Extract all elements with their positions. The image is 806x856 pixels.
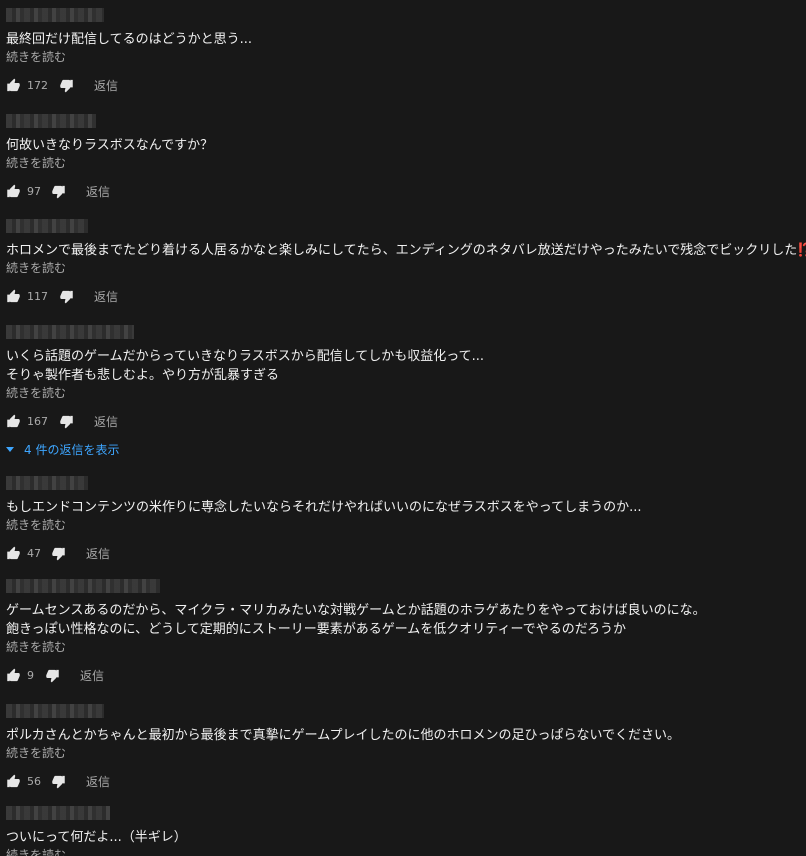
- comment-actions: 47 返信: [6, 543, 642, 563]
- thumbs-down-icon[interactable]: [51, 546, 66, 561]
- thumbs-up-icon[interactable]: [6, 184, 21, 199]
- comment: ポルカさんとかちゃんと最初から最後まで真摯にゲームプレイしたのに他のホロメンの足…: [6, 704, 680, 791]
- comment-actions: 172 返信: [6, 75, 252, 95]
- comment-text: 何故いきなりラスボスなんですか？: [6, 138, 214, 153]
- thumbs-down-icon[interactable]: [59, 289, 74, 304]
- reply-button[interactable]: 返信: [80, 667, 104, 684]
- read-more-link[interactable]: 続きを読む: [6, 517, 642, 533]
- thumbs-down-icon[interactable]: [59, 78, 74, 93]
- comment: ゲームセンスあるのだから、マイクラ・マリカみたいな対戦ゲームとか話題のホラゲあた…: [6, 579, 706, 685]
- comment: いくら話題のゲームだからっていきなりラスボスから配信してしかも収益化って... …: [6, 325, 484, 458]
- comment-actions: 117 返信: [6, 286, 806, 306]
- like-count: 97: [27, 184, 41, 198]
- thumbs-up-icon[interactable]: [6, 289, 21, 304]
- read-more-link[interactable]: 続きを読む: [6, 49, 252, 65]
- comment: もしエンドコンテンツの米作りに専念したいならそれだけやればいいのになぜラスボスを…: [6, 476, 642, 563]
- comment-actions: 56 返信: [6, 771, 680, 791]
- author-name-redacted[interactable]: [6, 476, 88, 490]
- like-count: 9: [27, 668, 34, 682]
- like-count: 117: [27, 289, 48, 303]
- reply-button[interactable]: 返信: [86, 773, 110, 790]
- read-more-link[interactable]: 続きを読む: [6, 385, 484, 401]
- chevron-down-icon: [6, 447, 14, 452]
- author-name-redacted[interactable]: [6, 579, 160, 593]
- author-name-redacted[interactable]: [6, 704, 104, 718]
- reply-button[interactable]: 返信: [94, 288, 118, 305]
- comment: 何故いきなりラスボスなんですか？ 続きを読む 97 返信: [6, 114, 213, 201]
- comment-text: ゲームセンスあるのだから、マイクラ・マリカみたいな対戦ゲームとか話題のホラゲあた…: [6, 603, 706, 618]
- comment: ホロメンで最後までたどり着ける人居るかなと楽しみにしてたら、エンディングのネタバ…: [6, 219, 806, 306]
- thumbs-down-icon[interactable]: [51, 184, 66, 199]
- author-name-redacted[interactable]: [6, 325, 134, 339]
- reply-button[interactable]: 返信: [86, 183, 110, 200]
- like-count: 47: [27, 546, 41, 560]
- thumbs-up-icon[interactable]: [6, 414, 21, 429]
- thumbs-down-icon[interactable]: [45, 668, 60, 683]
- comment: ついにって何だよ...（半ギレ） 続きを読む: [6, 806, 187, 856]
- read-more-link[interactable]: 続きを読む: [6, 847, 187, 856]
- comment-text: そりゃ製作者も悲しむよ。やり方が乱暴すぎる: [6, 368, 280, 383]
- read-more-link[interactable]: 続きを読む: [6, 260, 806, 276]
- comment-actions: 9 返信: [6, 665, 706, 685]
- reply-button[interactable]: 返信: [94, 413, 118, 430]
- comment-text: もしエンドコンテンツの米作りに専念したいならそれだけやればいいのになぜラスボスを…: [6, 500, 642, 515]
- read-more-link[interactable]: 続きを読む: [6, 745, 680, 761]
- thumbs-up-icon[interactable]: [6, 668, 21, 683]
- thumbs-up-icon[interactable]: [6, 774, 21, 789]
- author-name-redacted[interactable]: [6, 806, 110, 820]
- read-more-link[interactable]: 続きを読む: [6, 639, 706, 655]
- thumbs-down-icon[interactable]: [59, 414, 74, 429]
- reply-button[interactable]: 返信: [94, 77, 118, 94]
- comment-actions: 97 返信: [6, 181, 213, 201]
- exclamation-question-emoji: ⁉️: [797, 243, 806, 258]
- like-count: 172: [27, 78, 48, 92]
- comment-text-body: ホロメンで最後までたどり着ける人居るかなと楽しみにしてたら、エンディングのネタバ…: [6, 243, 798, 258]
- thumbs-up-icon[interactable]: [6, 546, 21, 561]
- reply-button[interactable]: 返信: [86, 545, 110, 562]
- comment-text: ポルカさんとかちゃんと最初から最後まで真摯にゲームプレイしたのに他のホロメンの足…: [6, 728, 681, 743]
- comment-text: ついにって何だよ...（半ギレ）: [6, 830, 187, 845]
- comment-actions: 167 返信: [6, 411, 484, 431]
- author-name-redacted[interactable]: [6, 219, 88, 233]
- comment-text: 飽きっぽい性格なのに、どうして定期的にストーリー要素があるゲームを低クオリティー…: [6, 622, 626, 637]
- comment-text: いくら話題のゲームだからっていきなりラスボスから配信してしかも収益化って...: [6, 349, 485, 364]
- show-replies-button[interactable]: 4 件の返信を表示: [6, 441, 484, 458]
- like-count: 56: [27, 774, 41, 788]
- show-replies-label: 4 件の返信を表示: [24, 443, 120, 457]
- like-count: 167: [27, 414, 48, 428]
- thumbs-down-icon[interactable]: [51, 774, 66, 789]
- author-name-redacted[interactable]: [6, 8, 104, 22]
- comment: 最終回だけ配信してるのはどうかと思う... 続きを読む 172 返信: [6, 8, 252, 95]
- read-more-link[interactable]: 続きを読む: [6, 155, 213, 171]
- thumbs-up-icon[interactable]: [6, 78, 21, 93]
- comment-text: ホロメンで最後までたどり着ける人居るかなと楽しみにしてたら、エンディングのネタバ…: [6, 241, 806, 260]
- comment-text: 最終回だけ配信してるのはどうかと思う...: [6, 32, 253, 47]
- comment-list: 最終回だけ配信してるのはどうかと思う... 続きを読む 172 返信 何故いきな…: [0, 0, 806, 856]
- author-name-redacted[interactable]: [6, 114, 96, 128]
